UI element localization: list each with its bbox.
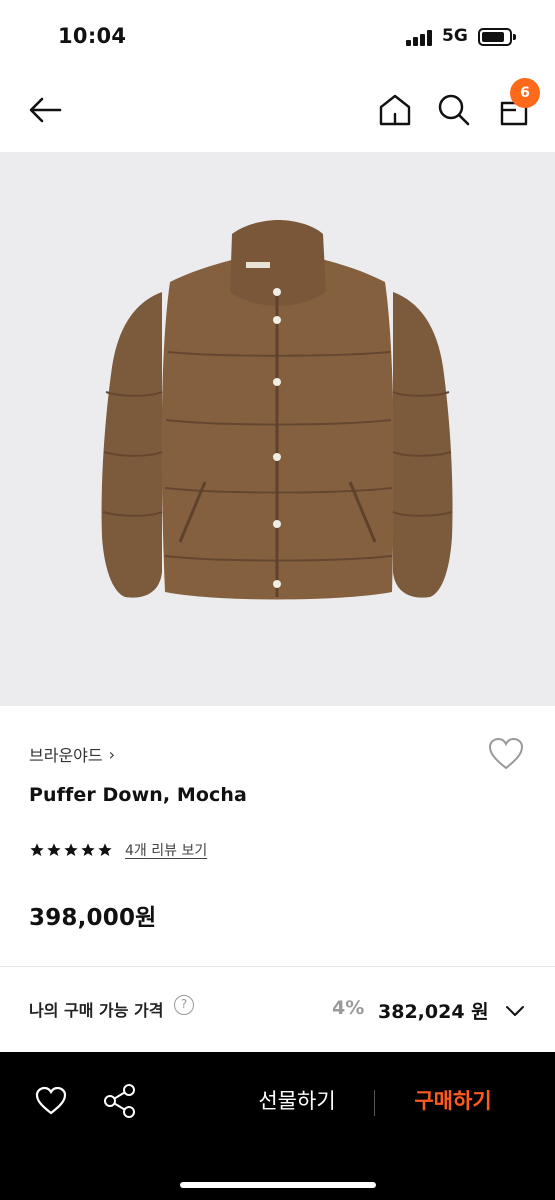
star-icon [47,843,61,856]
share-icon [104,1084,135,1118]
product-image[interactable] [0,152,555,706]
help-icon[interactable]: ? [174,995,194,1015]
my-price-row[interactable]: 나의 구매 가능 가격 ? 4% 382,024 원 [0,967,555,1052]
my-price-label: 나의 구매 가능 가격 [29,1001,164,1020]
status-time: 10:04 [58,24,127,48]
chevron-down-icon[interactable] [503,999,527,1023]
wishlist-bottom-button[interactable] [34,1085,68,1117]
puffer-jacket-image [101,220,453,600]
bottom-action-bar: 선물하기 구매하기 [0,1052,555,1200]
buy-button[interactable]: 구매하기 [394,1085,512,1115]
back-button[interactable] [26,92,66,132]
star-icon [81,843,95,856]
signal-icon [406,30,436,46]
discount-rate: 4% [332,997,365,1019]
cart-count-badge: 6 [510,78,540,108]
wishlist-button[interactable] [486,736,526,772]
search-button[interactable] [434,90,474,130]
chevron-right-icon: › [108,744,116,764]
star-icon [30,843,44,856]
search-icon [438,94,470,126]
separator [374,1090,375,1116]
back-arrow-icon [29,97,62,123]
home-button[interactable] [376,90,414,130]
product-name: Puffer Down, Mocha [29,784,247,806]
status-bar: 10:04 5G [0,0,555,72]
home-indicator [180,1182,376,1188]
brand-link[interactable]: 브라운야드 › [29,742,115,766]
nav-bar [0,72,555,152]
view-reviews-link[interactable]: 4개 리뷰 보기 [125,840,207,860]
rating-stars [29,842,113,858]
heart-icon [35,1086,67,1115]
brand-name: 브라운야드 [29,746,103,765]
product-price: 398,000원 [29,905,157,931]
heart-outline-icon [488,737,524,770]
my-price-value: 382,024 원 [378,1001,489,1023]
battery-icon [478,28,516,46]
share-button[interactable] [102,1082,138,1120]
rating-row: 4개 리뷰 보기 [29,840,207,860]
network-type: 5G [442,26,468,46]
star-icon [64,843,78,856]
star-icon [98,843,112,856]
gift-button[interactable]: 선물하기 [238,1085,356,1115]
home-icon [379,94,411,126]
